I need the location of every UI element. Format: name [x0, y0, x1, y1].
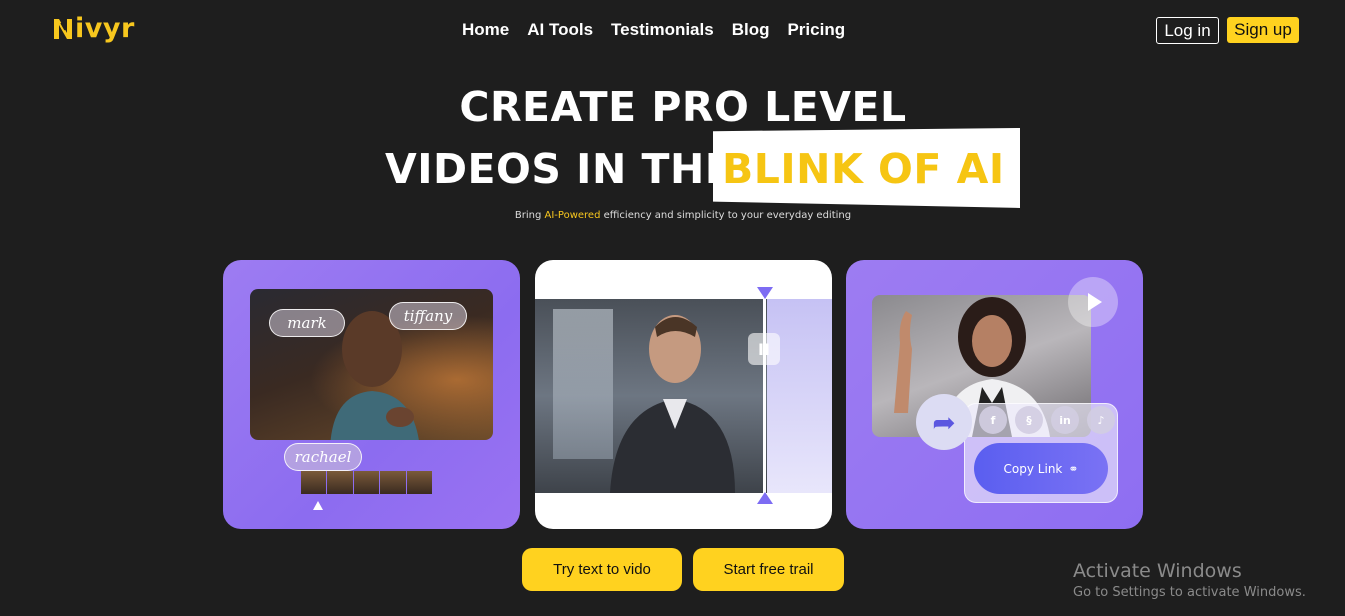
copy-link-button[interactable]: Copy Link ⚭ — [974, 443, 1108, 494]
compare-video-after — [767, 299, 832, 493]
caption-tag-tiffany: tiffany — [389, 302, 467, 330]
hero-title-highlight: BLINK OF AI — [722, 145, 1005, 193]
hero-title-line2: VIDEOS IN THE — [385, 145, 734, 193]
play-icon[interactable] — [1068, 277, 1118, 327]
divider-top-marker-icon — [757, 287, 773, 299]
raised-hand — [894, 311, 912, 413]
start-free-trial-button[interactable]: Start free trail — [693, 548, 844, 591]
logo-text: ivyr — [75, 13, 135, 44]
link-icon[interactable]: § — [1015, 406, 1043, 434]
social-icons: f § in ♪ — [979, 406, 1115, 434]
signup-button[interactable]: Sign up — [1227, 17, 1299, 43]
compare-divider[interactable] — [763, 292, 766, 502]
video-timeline[interactable] — [301, 471, 433, 494]
timeline-frame — [327, 471, 353, 494]
nav-home[interactable]: Home — [462, 20, 509, 40]
try-text-to-video-button[interactable]: Try text to vido — [522, 548, 682, 591]
chain-link-icon: ⚭ — [1068, 461, 1079, 476]
nav-testimonials[interactable]: Testimonials — [611, 20, 714, 40]
feature-card-compare[interactable]: II — [535, 260, 832, 529]
feature-card-share[interactable]: ➦ f § in ♪ Copy Link ⚭ — [846, 260, 1143, 529]
tiktok-icon[interactable]: ♪ — [1087, 406, 1115, 434]
subtitle-accent: AI-Powered — [544, 210, 601, 221]
nav-ai-tools[interactable]: AI Tools — [527, 20, 593, 40]
divider-bottom-marker-icon — [757, 492, 773, 504]
caption-tag-mark: mark — [269, 309, 345, 337]
activate-windows-subtitle: Go to Settings to activate Windows. — [1073, 585, 1306, 600]
hero-subtitle: Bring AI-Powered efficiency and simplici… — [0, 210, 1345, 221]
linkedin-icon[interactable]: in — [1051, 406, 1079, 434]
logo[interactable]: ivyr — [52, 13, 135, 44]
timeline-frame — [353, 471, 380, 494]
copy-link-label: Copy Link — [1003, 461, 1063, 476]
compare-video-before — [535, 299, 767, 493]
caption-tag-rachael: rachael — [284, 443, 362, 471]
playhead-icon[interactable] — [313, 501, 323, 510]
timeline-frame — [380, 471, 406, 494]
subtitle-pre: Bring — [514, 210, 545, 221]
logo-n-icon — [54, 18, 72, 39]
timeline-frame — [406, 471, 433, 494]
share-arrow-icon[interactable]: ➦ — [916, 394, 972, 450]
feature-card-captions[interactable] — [223, 260, 520, 529]
login-button[interactable]: Log in — [1156, 17, 1219, 44]
activate-windows-title: Activate Windows — [1073, 560, 1242, 582]
timeline-frame — [301, 471, 327, 494]
presenter-figure — [610, 315, 735, 493]
pause-icon[interactable]: II — [748, 333, 780, 365]
nav-blog[interactable]: Blog — [732, 20, 770, 40]
main-nav: Home AI Tools Testimonials Blog Pricing — [462, 20, 845, 40]
nav-pricing[interactable]: Pricing — [787, 20, 845, 40]
facebook-icon[interactable]: f — [979, 406, 1007, 434]
subtitle-post: efficiency and simplicity to your everyd… — [600, 210, 852, 221]
hero-title-line1: CREATE PRO LEVEL — [459, 83, 907, 131]
